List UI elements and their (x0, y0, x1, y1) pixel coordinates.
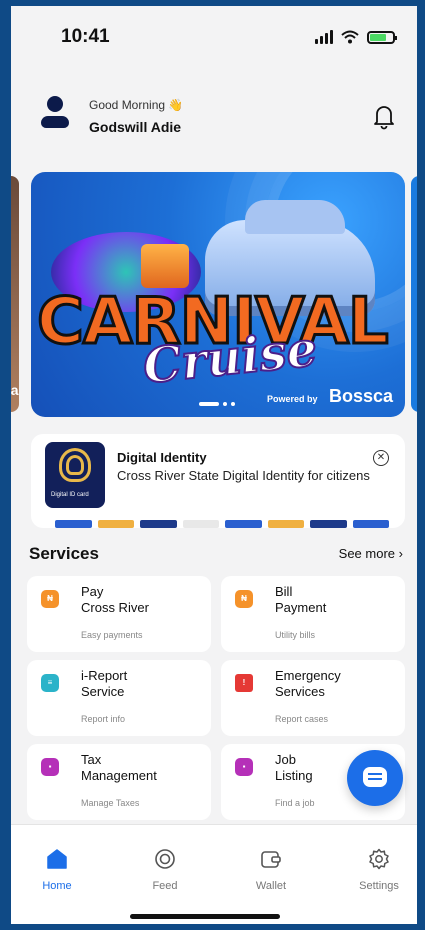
tab-settings[interactable]: Settings (339, 847, 417, 892)
carousel-next-card[interactable] (411, 176, 417, 412)
report-icon: ≡ (41, 674, 59, 692)
warning-icon: ! (235, 674, 253, 692)
wallet-icon: ₦ (41, 590, 59, 608)
service-subtitle: Utility bills (275, 630, 316, 640)
carousel-indicator (199, 402, 235, 406)
wallet-tab-icon (261, 851, 281, 868)
header: Good Morning 👋 Godswill Adie (11, 84, 417, 154)
identity-title: Digital Identity (117, 450, 207, 465)
service-subtitle: Report info (81, 714, 126, 724)
powered-by-label: Powered by (267, 394, 318, 404)
status-time: 10:41 (61, 26, 110, 47)
bill-icon: ₦ (235, 590, 253, 608)
see-more-label: See more (338, 546, 396, 561)
signal-icon (315, 30, 333, 44)
gear-icon (369, 848, 389, 870)
greeting: Good Morning 👋 (89, 98, 183, 112)
home-icon (47, 849, 67, 869)
feed-icon (155, 849, 175, 869)
tax-icon: ▪ (41, 758, 59, 776)
home-indicator[interactable] (130, 914, 280, 919)
service-card-i-report[interactable]: ≡ i-Report Service Report info (27, 660, 211, 736)
service-subtitle: Easy payments (81, 630, 143, 640)
tab-home[interactable]: Home (17, 847, 97, 892)
close-icon[interactable]: ✕ (373, 450, 389, 466)
service-card-bill-payment[interactable]: ₦ Bill Payment Utility bills (221, 576, 405, 652)
user-name: Godswill Adie (89, 119, 182, 135)
service-title: Emergency Services (275, 668, 341, 699)
battery-icon (367, 30, 397, 44)
status-bar: 10:41 (11, 6, 417, 68)
service-card-emergency[interactable]: ! Emergency Services Report cases (221, 660, 405, 736)
service-subtitle: Find a job (275, 798, 315, 808)
chevron-right-icon: › (398, 546, 403, 561)
services-title: Services (29, 544, 99, 563)
carousel-prev-card[interactable]: ca (11, 176, 19, 412)
service-title: Bill Payment (275, 584, 327, 615)
logo-caption: Digital ID card (51, 492, 89, 498)
sponsor-logo: Bossca (329, 386, 394, 406)
tab-feed[interactable]: Feed (125, 847, 205, 892)
fingerprint-icon (59, 448, 91, 482)
avatar[interactable] (39, 96, 71, 134)
drum-image (141, 244, 189, 288)
service-subtitle: Manage Taxes (81, 798, 140, 808)
digital-identity-card[interactable]: Digital ID card Digital Identity Cross R… (31, 434, 405, 528)
service-subtitle: Report cases (275, 714, 329, 724)
fingerprint-logo: Digital ID card (45, 442, 105, 508)
bottom-tab-bar: Home Feed Wallet Settings (11, 824, 417, 924)
identity-strip-decoration (55, 520, 389, 528)
service-title: i-Report Service (81, 668, 128, 699)
prev-card-text: ca (11, 382, 19, 398)
carnival-banner[interactable]: CARNIVAL Cruise Powered by Bossca (31, 172, 405, 417)
identity-description: Cross River State Digital Identity for c… (117, 468, 370, 483)
service-title: Tax Management (81, 752, 157, 783)
see-more-link[interactable]: See more › (339, 546, 403, 561)
job-icon: ▪ (235, 758, 253, 776)
tab-label: Feed (152, 880, 178, 892)
banner-carousel[interactable]: ca CARNIVAL Cruise Powered by Bossca (11, 172, 417, 417)
chat-icon (363, 767, 387, 787)
service-title: Job Listing (275, 752, 313, 783)
service-card-tax-management[interactable]: ▪ Tax Management Manage Taxes (27, 744, 211, 820)
tab-label: Wallet (255, 880, 287, 892)
bell-icon[interactable] (373, 102, 395, 130)
tab-wallet[interactable]: Wallet (231, 847, 311, 892)
wave-emoji-icon: 👋 (168, 98, 184, 112)
phone-screen: 10:41 Good Morning 👋 Godswill Adie a CAR… (11, 6, 417, 924)
service-title: Pay Cross River (81, 584, 149, 615)
status-icons (315, 30, 397, 44)
wifi-icon (341, 30, 359, 44)
greeting-text: Good Morning (89, 98, 166, 112)
services-header: Services See more › (11, 542, 417, 572)
chat-button[interactable] (347, 750, 403, 806)
service-card-pay-cross-river[interactable]: ₦ Pay Cross River Easy payments (27, 576, 211, 652)
tab-label: Home (42, 880, 72, 892)
tab-label: Settings (359, 880, 399, 892)
